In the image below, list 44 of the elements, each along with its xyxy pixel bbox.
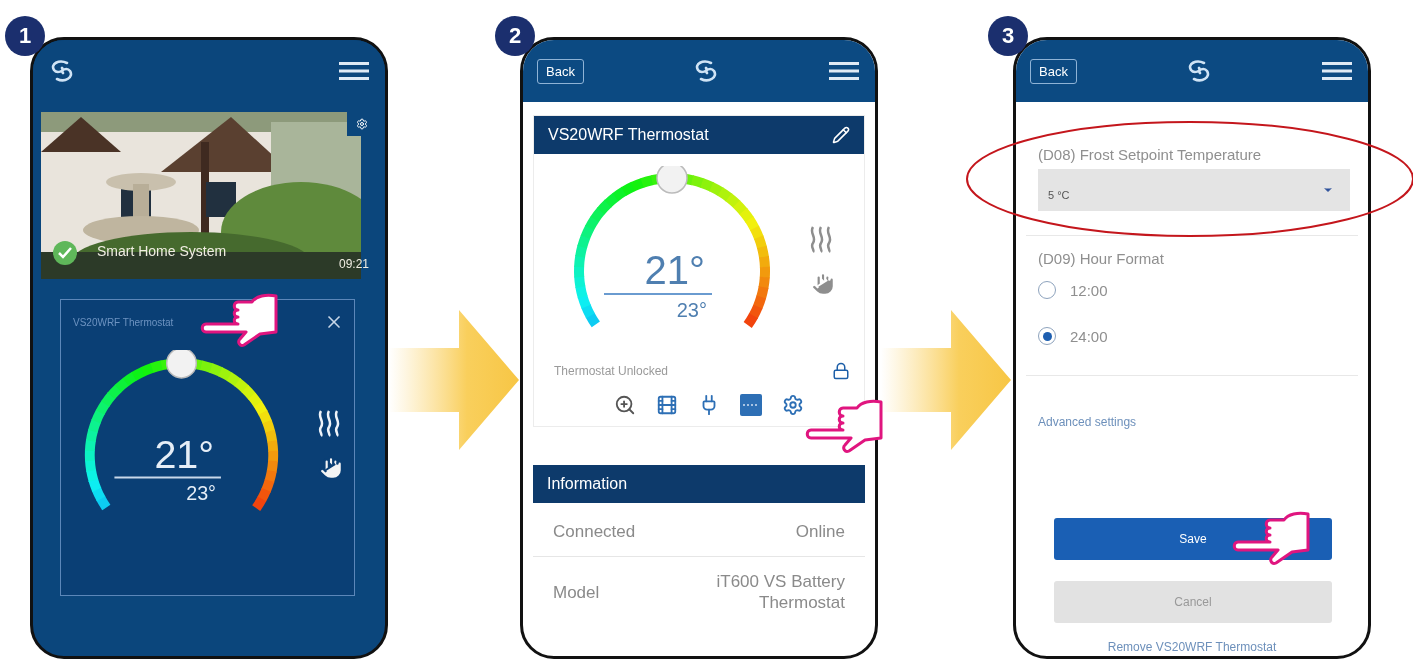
camera-time: 09:21 <box>338 257 369 271</box>
schedule-icon[interactable] <box>740 394 762 416</box>
film-icon[interactable] <box>656 394 678 416</box>
setpoint-temperature: 21° <box>154 431 215 476</box>
menu-icon[interactable] <box>339 61 369 81</box>
back-button[interactable]: Back <box>1030 58 1077 84</box>
pointing-hand-icon <box>200 292 280 348</box>
card-title: VS20WRF Thermostat <box>548 126 709 144</box>
hand-icon <box>318 455 344 481</box>
hour-format-label: (D09) Hour Format <box>1038 250 1165 267</box>
select-value: 5 °C <box>1048 189 1070 201</box>
information-title: Information <box>547 475 628 493</box>
lock-icon[interactable] <box>832 362 850 380</box>
arrow-icon <box>389 310 519 450</box>
info-value: Online <box>795 521 845 542</box>
menu-icon[interactable] <box>1322 61 1352 81</box>
back-button[interactable]: Back <box>537 58 584 84</box>
frost-setpoint-select[interactable]: 5 °C <box>1038 169 1350 211</box>
gauge-thumb[interactable] <box>165 350 198 379</box>
step-badge: 2 <box>495 16 535 56</box>
advanced-settings-link[interactable]: Advanced settings <box>1038 415 1137 429</box>
hand-icon <box>810 271 836 297</box>
setpoint-temperature: 21° <box>644 248 705 292</box>
step-badge: 1 <box>5 16 45 56</box>
radio-label: 12:00 <box>1070 281 1108 299</box>
frost-setpoint-label: (D08) Frost Setpoint Temperature <box>1038 146 1263 163</box>
current-temperature: 23° <box>676 299 707 321</box>
menu-icon[interactable] <box>829 61 859 81</box>
camera-title: Smart Home System <box>97 243 227 259</box>
current-temperature: 23° <box>186 482 216 505</box>
radio-label: 24:00 <box>1070 327 1108 345</box>
step-badge: 3 <box>988 16 1028 56</box>
lock-status: Thermostat Unlocked <box>554 364 669 378</box>
settings-icon[interactable] <box>782 394 804 416</box>
info-label: Connected <box>553 521 636 542</box>
pointing-hand-icon <box>1232 510 1312 566</box>
edit-icon[interactable] <box>832 126 850 144</box>
remove-thermostat-link[interactable]: Remove VS20WRF Thermostat <box>1107 640 1277 654</box>
search-icon[interactable] <box>614 394 636 416</box>
thermostat-widget[interactable]: VS20WRF Thermostat 21° 23° <box>60 299 355 596</box>
gauge-thumb[interactable] <box>656 166 688 194</box>
info-value: iT600 VS Battery Thermostat <box>715 571 845 613</box>
widget-title: VS20WRF Thermostat <box>73 316 174 328</box>
info-label: Model <box>553 581 600 603</box>
